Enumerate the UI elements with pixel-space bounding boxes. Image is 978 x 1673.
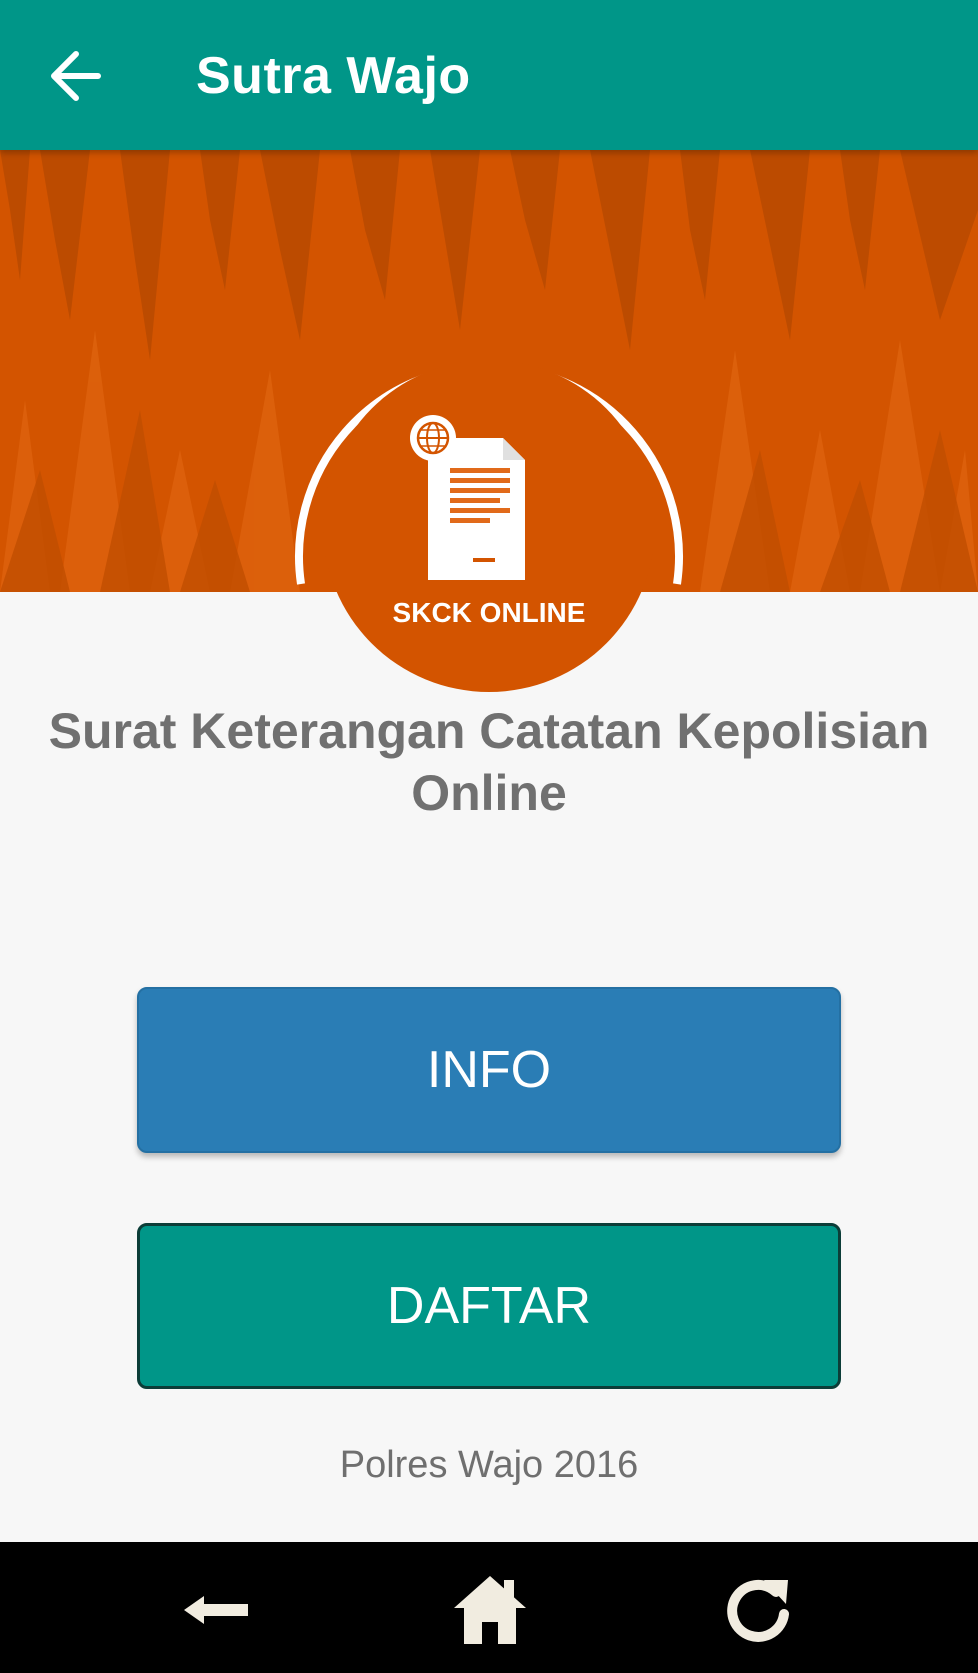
app-bar: Sutra Wajo (0, 0, 978, 150)
page-headline: Surat Keterangan Catatan Kepolisian Onli… (48, 703, 930, 821)
back-button[interactable] (40, 38, 116, 114)
nav-home-button[interactable] (450, 1570, 530, 1650)
nav-refresh-button[interactable] (718, 1570, 798, 1650)
system-nav-bar (0, 1542, 978, 1673)
back-arrow-icon (184, 1596, 248, 1624)
nav-back-button[interactable] (178, 1570, 258, 1650)
daftar-button[interactable]: DAFTAR (137, 1223, 841, 1389)
home-icon (454, 1576, 526, 1644)
arrow-left-icon (51, 51, 101, 101)
skck-logo: SKCK ONLINE (285, 322, 693, 696)
logo-label: SKCK ONLINE (393, 597, 586, 628)
app-title: Sutra Wajo (196, 47, 471, 105)
footer-text: Polres Wajo 2016 (339, 1444, 639, 1486)
info-button[interactable]: INFO (137, 987, 841, 1153)
refresh-icon (727, 1579, 789, 1642)
